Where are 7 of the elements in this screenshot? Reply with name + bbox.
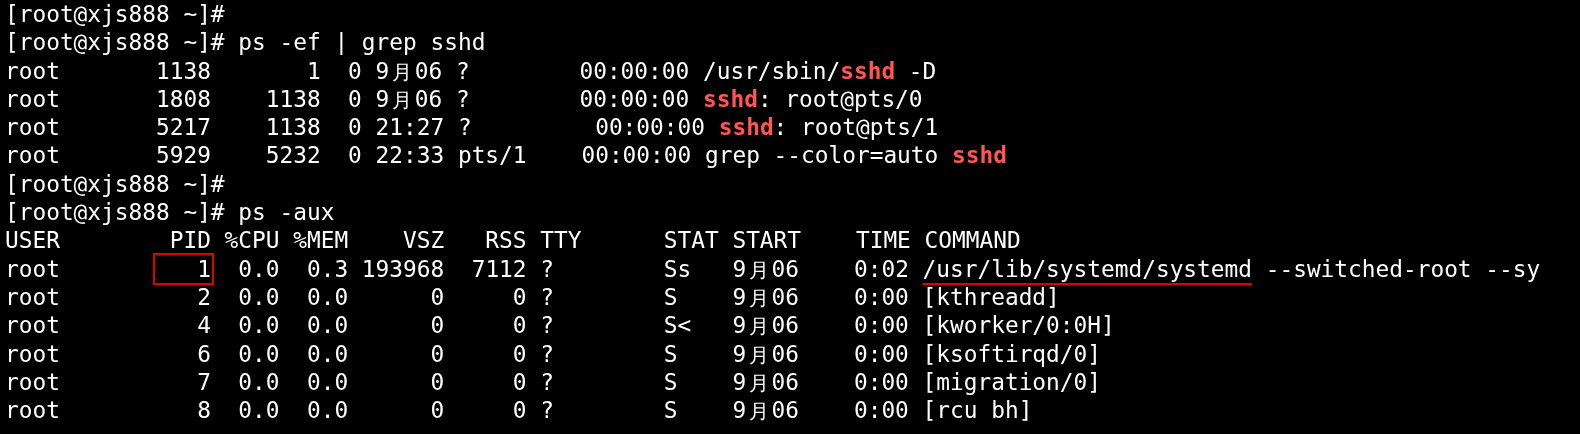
terminal-line: [root@xjs888 ~]# (5, 169, 225, 199)
terminal-line: [root@xjs888 ~]# ps -ef | grep sshd (5, 28, 486, 57)
terminal-line: root 5217 1138 0 21:27 ? 00:00:00 sshd: root@pts/1 (5, 113, 939, 142)
terminal-line: [root@xjs888 ~]# (5, 0, 225, 29)
terminal-line: root 5929 5232 0 22:33 pts/1 00:00:00 grep --color=auto sshd (5, 141, 1007, 170)
terminal-line: USER PID %CPU %MEM VSZ RSS TTY STAT START TIME COMMAND (5, 226, 1021, 255)
terminal-line: [root@xjs888 ~]# ps -aux (5, 198, 335, 227)
